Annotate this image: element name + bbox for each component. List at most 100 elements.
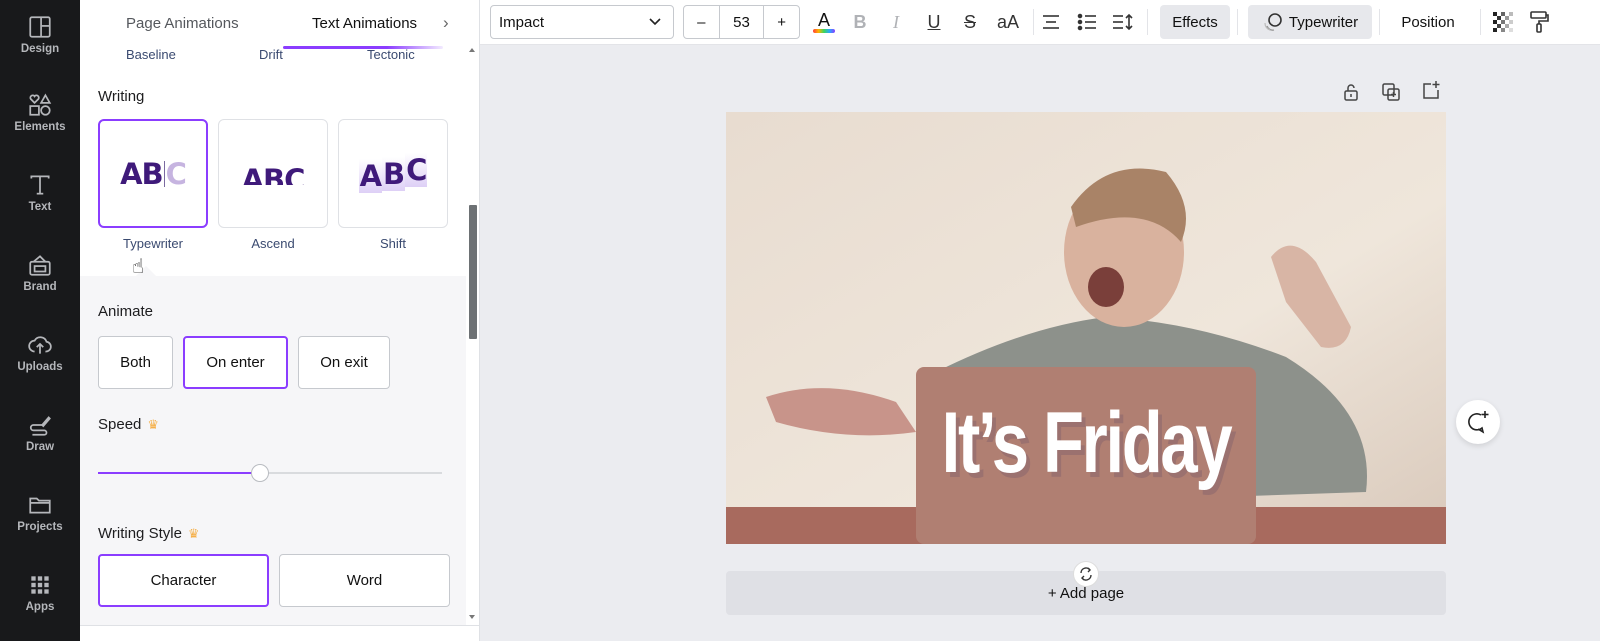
premium-crown-icon: ♛ xyxy=(187,525,200,541)
speed-slider[interactable] xyxy=(98,464,442,482)
duplicate-page-button[interactable] xyxy=(1381,82,1401,102)
writing-section-title: Writing xyxy=(98,88,145,105)
typewriter-preview: AB C xyxy=(120,156,187,191)
rail-item-elements[interactable]: Elements xyxy=(0,92,80,162)
font-family-dropdown[interactable]: Impact xyxy=(490,5,674,39)
bold-button[interactable]: B xyxy=(846,5,874,39)
rail-label: Text xyxy=(28,201,52,213)
letter-case-button[interactable]: aA xyxy=(990,5,1026,39)
toolbar-separator xyxy=(1237,9,1238,35)
rail-item-brand[interactable]: Brand xyxy=(0,252,80,322)
toolbar-separator xyxy=(1480,9,1481,35)
underline-button[interactable]: U xyxy=(920,5,948,39)
animate-on-enter-button[interactable]: On enter xyxy=(183,336,288,389)
animations-panel: Page Animations Text Animations › Baseli… xyxy=(80,0,480,641)
font-size-stepper: – 53 + xyxy=(683,5,800,39)
effects-button[interactable]: Effects xyxy=(1160,5,1230,39)
panel-divider xyxy=(80,625,479,626)
font-size-input[interactable]: 53 xyxy=(720,6,764,38)
text-toolbar: Impact – 53 + A B I U S aA Effects Typew… xyxy=(480,0,1600,45)
rail-item-draw[interactable]: Draw xyxy=(0,412,80,482)
premium-crown-icon: ♛ xyxy=(147,416,160,432)
panel-scrollbar[interactable] xyxy=(469,205,477,339)
animation-card-ascend[interactable]: ABC xyxy=(218,119,328,228)
line-spacing-icon xyxy=(1113,13,1133,31)
scroll-down-arrow[interactable] xyxy=(469,615,475,619)
headline-text[interactable]: It’s Friday xyxy=(805,394,1367,493)
duplicate-icon xyxy=(1382,83,1400,101)
toolbar-separator xyxy=(1379,9,1380,35)
text-color-button[interactable]: A xyxy=(809,5,839,39)
rail-item-uploads[interactable]: Uploads xyxy=(0,332,80,402)
speed-slider-fill xyxy=(98,472,260,474)
chevron-down-icon xyxy=(649,18,661,26)
font-size-increase-button[interactable]: + xyxy=(763,6,799,38)
shapes-icon xyxy=(29,93,52,116)
folder-icon xyxy=(29,497,51,514)
copy-style-button[interactable] xyxy=(1524,5,1554,39)
add-page-top-button[interactable] xyxy=(1421,80,1441,100)
animate-button-label: Typewriter xyxy=(1288,13,1359,31)
animation-icon xyxy=(1264,13,1282,31)
layout-icon xyxy=(29,16,51,38)
comment-add-icon xyxy=(1468,411,1489,434)
active-tab-indicator xyxy=(283,46,443,49)
text-color-glyph: A xyxy=(817,10,830,30)
spacing-button[interactable] xyxy=(1108,5,1138,39)
regenerate-button[interactable] xyxy=(1073,561,1099,587)
animation-tabs: Page Animations Text Animations › xyxy=(80,0,479,49)
rail-label: Draw xyxy=(25,441,55,453)
animation-option-baseline[interactable]: Baseline xyxy=(126,47,176,62)
speed-section-title: Speed ♛ xyxy=(98,416,159,433)
align-center-button[interactable] xyxy=(1036,5,1066,39)
tab-text-animations[interactable]: Text Animations xyxy=(312,15,417,32)
scroll-up-arrow[interactable] xyxy=(469,48,475,52)
animation-option-drift[interactable]: Drift xyxy=(259,47,283,62)
text-icon xyxy=(30,175,50,195)
rail-label: Design xyxy=(20,43,60,55)
paint-roller-icon xyxy=(1530,11,1549,33)
add-comment-button[interactable] xyxy=(1456,400,1500,444)
transparency-button[interactable] xyxy=(1488,5,1518,39)
ascend-preview: ABC xyxy=(241,162,305,185)
tab-page-animations[interactable]: Page Animations xyxy=(126,15,239,32)
tabs-next-chevron-icon[interactable]: › xyxy=(443,13,449,33)
animate-button[interactable]: Typewriter xyxy=(1248,5,1372,39)
rail-item-text[interactable]: Text xyxy=(0,172,80,242)
font-size-decrease-button[interactable]: – xyxy=(684,6,720,38)
animate-both-button[interactable]: Both xyxy=(98,336,173,389)
rail-label: Brand xyxy=(23,281,57,293)
list-button[interactable] xyxy=(1072,5,1102,39)
brand-kit-icon xyxy=(29,255,51,276)
rainbow-color-bar xyxy=(813,29,835,33)
cloud-upload-icon xyxy=(28,336,52,354)
rail-item-apps[interactable]: Apps xyxy=(0,572,80,641)
strikethrough-button[interactable]: S xyxy=(956,5,984,39)
position-button[interactable]: Position xyxy=(1388,5,1468,39)
italic-button[interactable]: I xyxy=(882,5,910,39)
lock-page-button[interactable] xyxy=(1341,82,1361,102)
font-family-value: Impact xyxy=(499,13,545,31)
rail-item-projects[interactable]: Projects xyxy=(0,492,80,562)
writing-style-word-button[interactable]: Word xyxy=(279,554,450,607)
animation-card-shift[interactable]: ABC xyxy=(338,119,448,228)
speed-label: Speed xyxy=(98,416,142,433)
design-page[interactable]: It’s Friday xyxy=(726,112,1446,544)
writing-style-character-button[interactable]: Character xyxy=(98,554,269,607)
grid-icon xyxy=(31,576,49,594)
rail-label: Uploads xyxy=(17,361,63,373)
card-label-ascend: Ascend xyxy=(251,236,295,251)
rail-label: Projects xyxy=(17,521,63,533)
unlock-icon xyxy=(1344,84,1358,101)
rail-label: Elements xyxy=(14,121,66,133)
toolbar-separator xyxy=(1033,9,1034,35)
refresh-icon xyxy=(1080,567,1092,581)
animate-section-title: Animate xyxy=(98,303,154,320)
animate-on-exit-button[interactable]: On exit xyxy=(298,336,390,389)
writing-style-label: Writing Style xyxy=(98,525,182,542)
writing-style-section-title: Writing Style ♛ xyxy=(98,525,200,542)
animation-card-typewriter[interactable]: AB C xyxy=(98,119,208,228)
animation-option-tectonic[interactable]: Tectonic xyxy=(367,47,415,62)
speed-slider-thumb[interactable] xyxy=(250,464,269,482)
rail-item-design[interactable]: Design xyxy=(0,14,80,84)
